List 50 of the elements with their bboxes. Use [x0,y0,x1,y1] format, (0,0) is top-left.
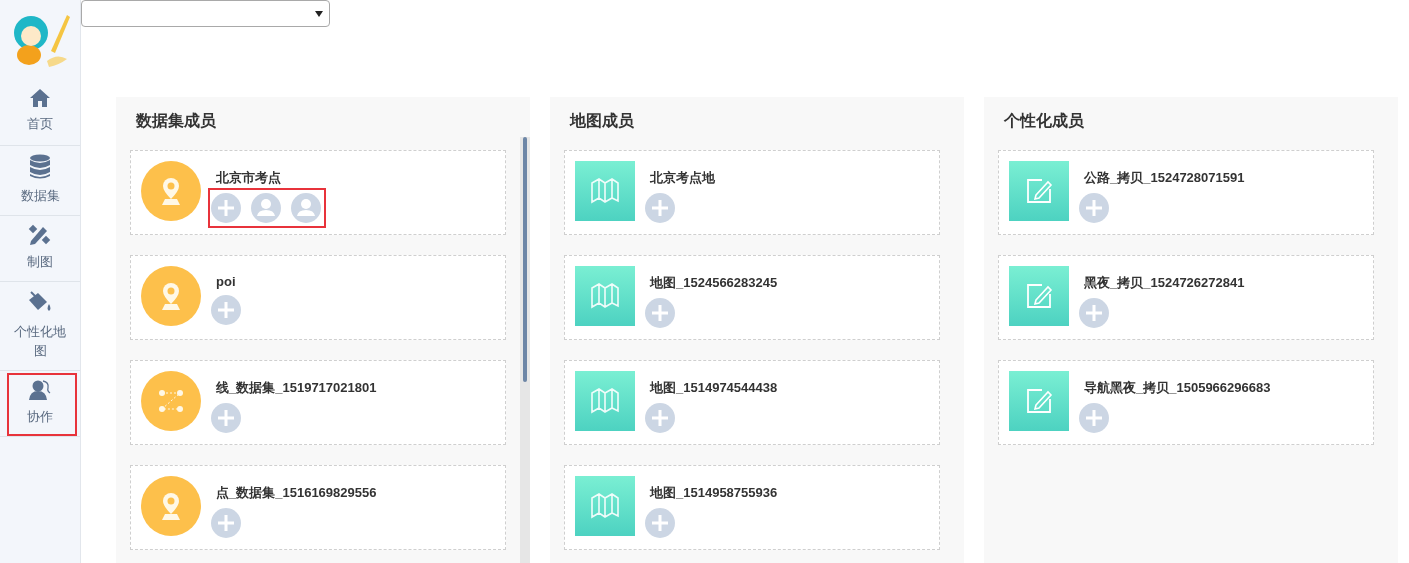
member-name: 地图_1514958755936 [650,484,778,502]
add-member-button[interactable] [645,403,675,433]
edit-icon [1009,266,1069,326]
database-icon [29,154,51,180]
nav-item[interactable]: 制图 [0,216,80,282]
edit-icon [1009,161,1069,221]
user-avatar-icon [251,193,281,223]
location-pin-icon [141,161,201,221]
member-name: 北京市考点 [216,169,282,187]
add-member-button[interactable] [211,295,241,325]
add-member-button[interactable] [1079,193,1109,223]
member-name: 导航黑夜_拷贝_1505966296683 [1084,379,1271,397]
location-pin-icon [141,266,201,326]
member-name: 地图_1524566283245 [650,274,778,292]
pencil-ruler-icon [28,224,52,246]
nav-item[interactable]: 首页 [0,80,80,146]
add-member-button[interactable] [645,298,675,328]
user-icon [28,379,52,401]
panel-title: 地图成员 [568,111,635,131]
edit-icon [1009,371,1069,431]
add-member-button[interactable] [1079,403,1109,433]
add-member-button[interactable] [211,508,241,538]
nav-item[interactable]: 个性化地图 [0,282,80,371]
member-name: 公路_拷贝_1524728071591 [1084,169,1245,187]
panel-title: 个性化成员 [1003,111,1085,131]
home-icon [29,88,51,108]
nav-item[interactable]: 协作 [0,371,80,437]
panel-title: 数据集成员 [135,111,217,131]
member-name: poi [216,274,237,289]
dropdown-field[interactable] [81,0,330,27]
folded-map-icon [575,476,635,536]
add-member-button[interactable] [211,403,241,433]
member-name: 黑夜_拷贝_1524726272841 [1084,274,1245,292]
add-member-button[interactable] [1079,298,1109,328]
add-member-button[interactable] [211,193,241,223]
member-name: 地图_1514974544438 [650,379,778,397]
add-member-button[interactable] [645,193,675,223]
folded-map-icon [575,371,635,431]
location-pin-icon [141,476,201,536]
folded-map-icon [575,266,635,326]
member-name: 点_数据集_1516169829556 [216,484,377,502]
add-member-button[interactable] [645,508,675,538]
scrollbar[interactable] [520,137,530,563]
polyline-icon [141,371,201,431]
member-name: 北京考点地 [650,169,715,187]
user-avatar-icon [291,193,321,223]
caret-icon [315,10,323,17]
member-name: 线_数据集_1519717021801 [216,379,377,397]
folded-map-icon [575,161,635,221]
nav-item[interactable]: 数据集 [0,146,80,216]
